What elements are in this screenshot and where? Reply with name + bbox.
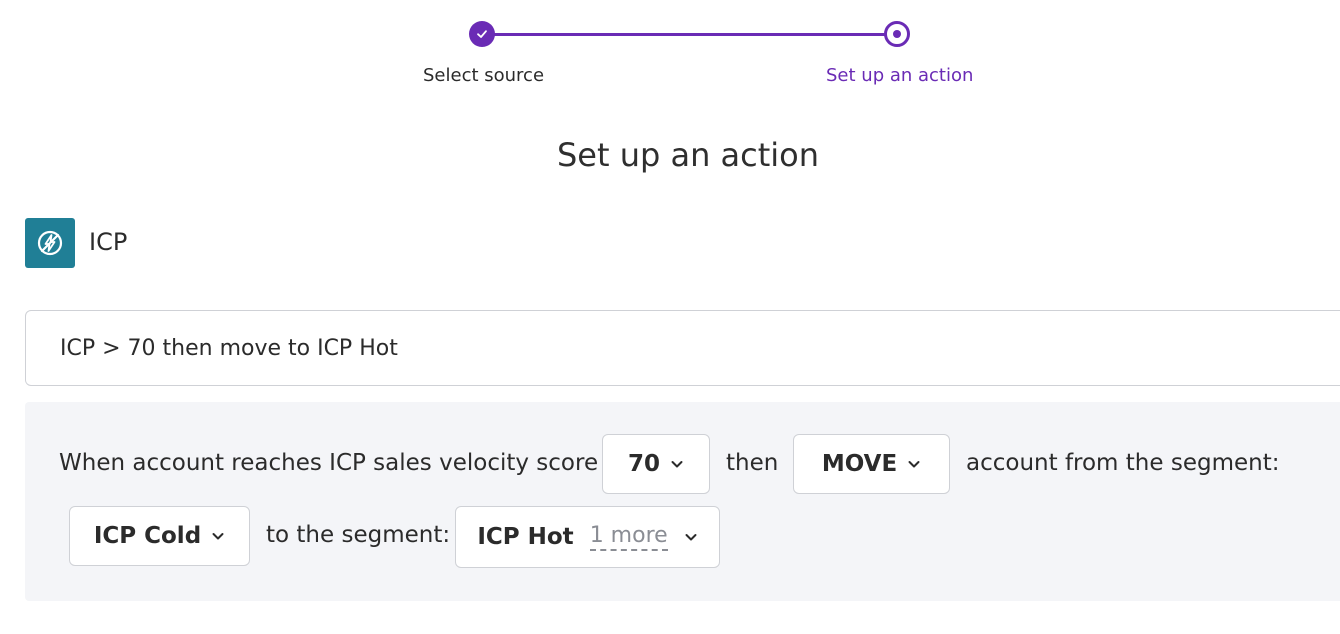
source-name: ICP bbox=[89, 228, 128, 256]
rule-text-to: to the segment: bbox=[266, 522, 451, 548]
rule-text-from: account from the segment: bbox=[966, 450, 1280, 476]
to-segment-value: ICP Hot bbox=[477, 524, 574, 550]
rule-text-when: When account reaches ICP sales velocity … bbox=[59, 450, 599, 476]
stepper: Select source Set up an action bbox=[0, 0, 1340, 100]
step-label-set-up-action: Set up an action bbox=[826, 65, 974, 86]
step-select-source-check-icon[interactable] bbox=[469, 21, 495, 47]
to-segment-dropdown[interactable]: ICP Hot 1 more bbox=[455, 506, 720, 568]
step-label-select-source[interactable]: Select source bbox=[423, 65, 544, 86]
from-segment-dropdown[interactable]: ICP Cold bbox=[69, 506, 250, 566]
chevron-down-icon bbox=[212, 533, 224, 540]
rule-name-input[interactable] bbox=[25, 310, 1340, 386]
score-dropdown[interactable]: 70 bbox=[602, 434, 710, 494]
page-title: Set up an action bbox=[556, 136, 820, 174]
lightning-slash-icon bbox=[25, 218, 75, 268]
rule-panel: When account reaches ICP sales velocity … bbox=[25, 402, 1340, 601]
chevron-down-icon bbox=[671, 461, 683, 468]
chevron-down-icon bbox=[685, 534, 697, 541]
step-set-up-action-current-icon bbox=[884, 21, 910, 47]
stepper-progress-line bbox=[494, 33, 886, 36]
score-dropdown-value: 70 bbox=[627, 451, 660, 477]
action-dropdown[interactable]: MOVE bbox=[793, 434, 950, 494]
chevron-down-icon bbox=[908, 461, 920, 468]
action-dropdown-value: MOVE bbox=[821, 451, 898, 477]
rule-text-then: then bbox=[726, 450, 779, 476]
from-segment-value: ICP Cold bbox=[93, 523, 202, 549]
to-segment-more-link[interactable]: 1 more bbox=[589, 523, 668, 551]
action-setup-page: Select source Set up an action Set up an… bbox=[0, 0, 1340, 634]
